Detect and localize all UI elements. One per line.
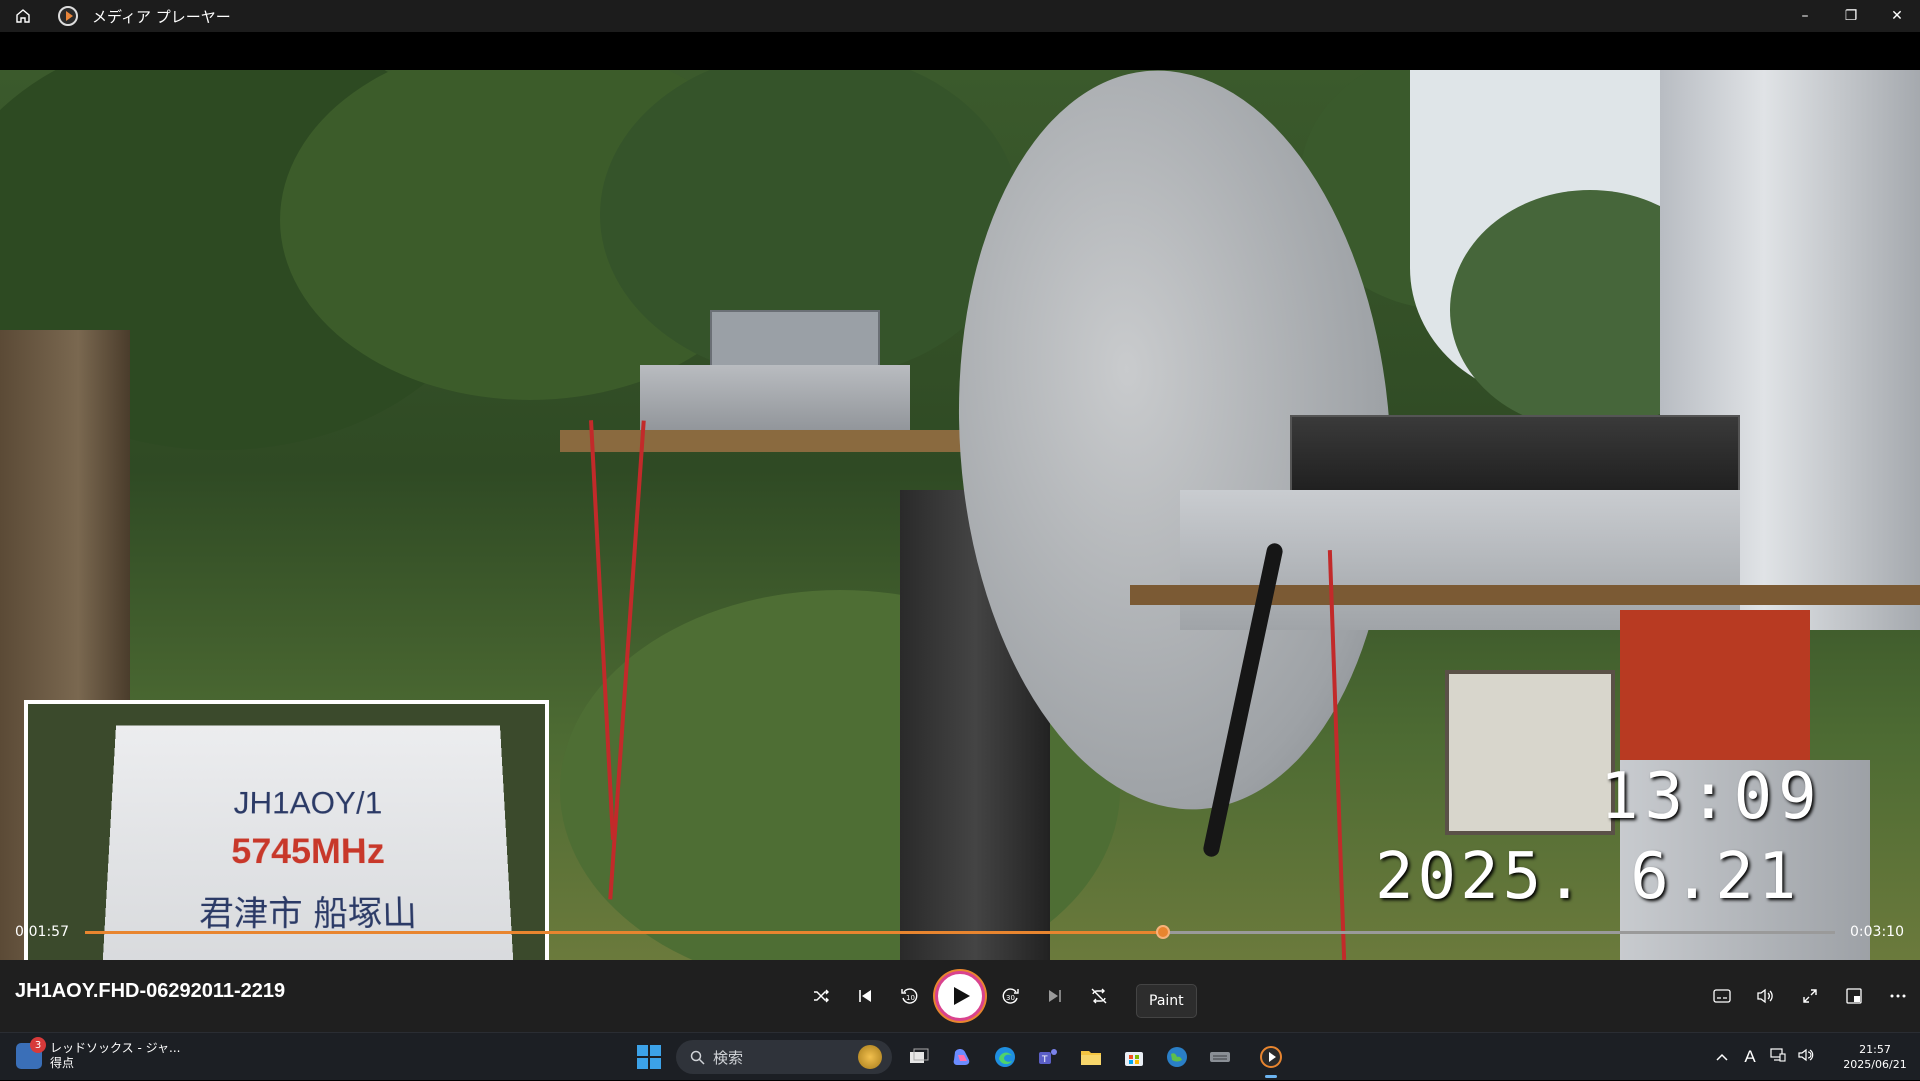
teams-icon[interactable]: T: [1032, 1041, 1064, 1073]
search-icon: [690, 1050, 705, 1065]
rewind-10-icon[interactable]: 10: [889, 976, 929, 1016]
widget-headline: レッドソックス - ジャ...: [50, 1041, 181, 1055]
search-highlight-icon: [858, 1045, 882, 1069]
mini-player-icon[interactable]: [1834, 976, 1874, 1016]
search-box[interactable]: 検索: [676, 1040, 892, 1074]
timestamp-date: 2025. 6.21: [1375, 840, 1801, 914]
window-title: メディア プレーヤー: [92, 7, 231, 26]
seek-thumb[interactable]: [1155, 925, 1170, 939]
subtitles-icon[interactable]: [1702, 976, 1742, 1016]
clock[interactable]: 21:57 2025/06/21: [1830, 1042, 1920, 1072]
widget-subtext: 得点: [50, 1056, 75, 1070]
start-button[interactable]: [637, 1045, 661, 1069]
timestamp-time: 13:09: [1600, 760, 1823, 834]
svg-text:10: 10: [906, 994, 915, 1002]
task-view-icon[interactable]: [903, 1041, 935, 1073]
search-placeholder: 検索: [713, 1048, 744, 1067]
info-signboard: [1445, 670, 1615, 835]
tooltip: Paint: [1136, 984, 1197, 1018]
volume-icon[interactable]: [1745, 976, 1785, 1016]
media-player-taskbar-icon[interactable]: [1255, 1041, 1287, 1078]
title-bar: メディア プレーヤー – ❐ ✕: [0, 0, 1920, 32]
next-icon[interactable]: [1035, 976, 1075, 1016]
system-tray: A 21:57 2025/06/21: [1708, 1033, 1920, 1081]
taskbar: 3 レッドソックス - ジャ... 得点 検索 T A 21:57 2025/0…: [0, 1032, 1920, 1080]
seek-bar[interactable]: [85, 925, 1835, 939]
radio-transceiver: [1290, 415, 1740, 495]
fullscreen-icon[interactable]: [1790, 976, 1830, 1016]
widgets-button[interactable]: 3 レッドソックス - ジャ... 得点: [16, 1037, 181, 1071]
callsign-text: JH1AOY/1: [233, 785, 383, 821]
repeat-off-icon[interactable]: [1079, 976, 1119, 1016]
close-button[interactable]: ✕: [1874, 0, 1920, 32]
seek-row: 0:01:57 0:03:10: [0, 912, 1920, 952]
previous-icon[interactable]: [845, 976, 885, 1016]
edge-icon[interactable]: [989, 1041, 1021, 1073]
equipment-box-left: [640, 365, 910, 435]
clock-time: 21:57: [1859, 1043, 1891, 1056]
seek-bar-progress: [85, 931, 1163, 934]
home-icon[interactable]: [0, 0, 46, 32]
widget-news-icon: 3: [16, 1037, 46, 1069]
keyboard-app-icon[interactable]: [1204, 1041, 1236, 1073]
table-right: [1130, 585, 1920, 605]
svg-text:T: T: [1041, 1055, 1048, 1065]
store-icon[interactable]: [1118, 1041, 1150, 1073]
clock-date: 2025/06/21: [1843, 1058, 1907, 1071]
more-options-icon[interactable]: [1878, 976, 1918, 1016]
file-explorer-icon[interactable]: [1075, 1041, 1107, 1073]
duration: 0:03:10: [1850, 924, 1904, 940]
ime-indicator[interactable]: A: [1736, 1047, 1764, 1067]
svg-text:30: 30: [1006, 994, 1015, 1002]
speaker-icon[interactable]: [1792, 1048, 1820, 1066]
copilot-icon[interactable]: [946, 1041, 978, 1073]
shuffle-icon[interactable]: [801, 976, 841, 1016]
media-title: JH1AOY.FHD-06292011-2219: [15, 980, 286, 1002]
play-button[interactable]: [935, 971, 985, 1021]
red-stand: [1620, 610, 1810, 770]
network-icon[interactable]: [1764, 1048, 1792, 1066]
chevron-up-icon[interactable]: [1708, 1049, 1736, 1065]
globe-app-icon[interactable]: [1161, 1041, 1193, 1073]
minimize-button[interactable]: –: [1782, 0, 1828, 32]
notification-badge: 3: [30, 1037, 46, 1053]
letterbox-top: [0, 32, 1920, 70]
current-time: 0:01:57: [15, 924, 69, 940]
control-bar: JH1AOY.FHD-06292011-2219 10 30 Paint: [0, 960, 1920, 1032]
frequency-text: 5745MHz: [230, 830, 386, 871]
transverter-board: [710, 310, 880, 372]
video-frame[interactable]: 13:09 2025. 6.21 JH1AOY/1 5745MHz 君津市 船塚…: [0, 70, 1920, 960]
media-player-app-icon: [58, 6, 78, 26]
forward-30-icon[interactable]: 30: [991, 976, 1031, 1016]
restore-button[interactable]: ❐: [1828, 0, 1874, 32]
